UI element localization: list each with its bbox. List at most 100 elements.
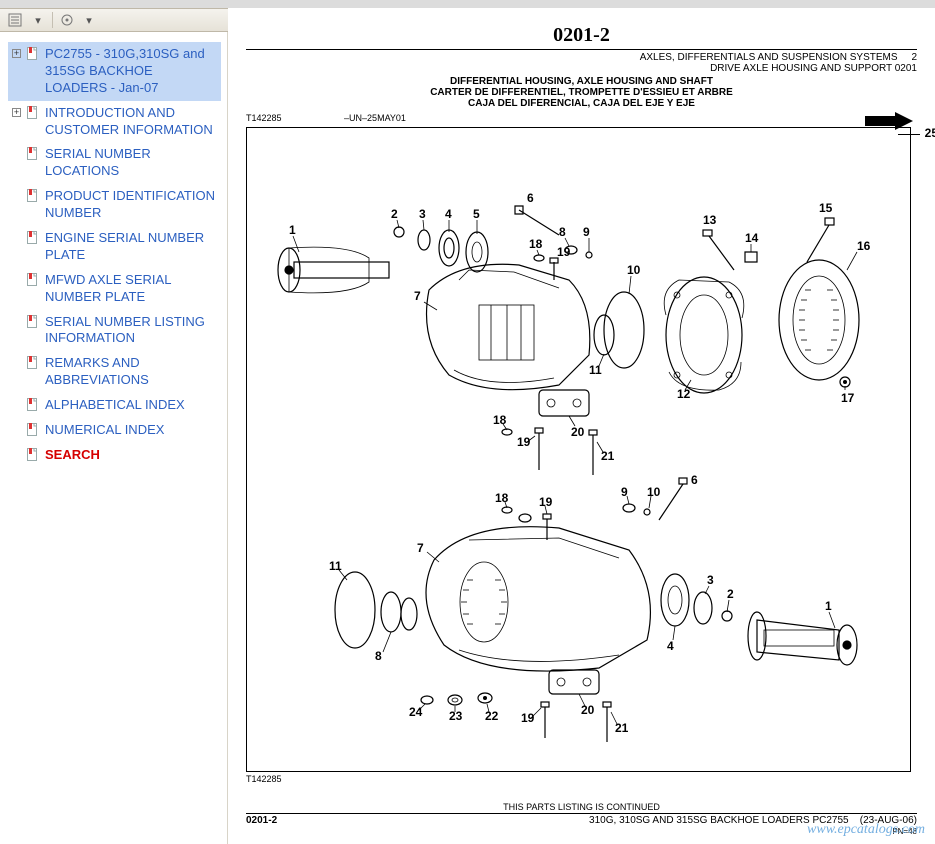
figure-date: –UN–25MAY01 xyxy=(344,113,406,123)
outline-icon[interactable] xyxy=(8,12,24,28)
svg-text:11: 11 xyxy=(589,363,602,377)
svg-text:21: 21 xyxy=(615,721,629,735)
sidebar-item-engine-serial[interactable]: ENGINE SERIAL NUMBER PLATE xyxy=(8,226,221,268)
sidebar-item-search[interactable]: SEARCH xyxy=(8,443,221,468)
sidebar-item-remarks[interactable]: REMARKS AND ABBREVIATIONS xyxy=(8,351,221,393)
sidebar-item-label: ENGINE SERIAL NUMBER PLATE xyxy=(45,230,217,264)
section-subtitle: DRIVE AXLE HOUSING AND SUPPORT 0201 xyxy=(710,63,917,74)
svg-text:3: 3 xyxy=(707,573,714,587)
sidebar-item-label: SEARCH xyxy=(45,447,217,464)
svg-text:5: 5 xyxy=(473,207,480,221)
svg-text:8: 8 xyxy=(559,225,566,239)
sidebar-item-intro[interactable]: + INTRODUCTION AND CUSTOMER INFORMATION xyxy=(8,101,221,143)
bookmarks-toolbar: ▾ ▾ xyxy=(0,8,228,32)
chevron-down-icon[interactable]: ▾ xyxy=(30,12,46,28)
toolbar-separator xyxy=(52,12,53,28)
svg-text:4: 4 xyxy=(667,639,674,653)
bookmarks-sidebar: + PC2755 - 310G,310SG and 315SG BACKHOE … xyxy=(0,32,228,844)
figure-id: T142285 xyxy=(246,113,282,123)
sidebar-item-label: REMARKS AND ABBREVIATIONS xyxy=(45,355,217,389)
bookmark-icon xyxy=(27,356,39,370)
svg-text:9: 9 xyxy=(583,225,590,239)
svg-text:1: 1 xyxy=(825,599,832,613)
bookmark-icon xyxy=(27,398,39,412)
svg-text:12: 12 xyxy=(677,387,691,401)
svg-text:19: 19 xyxy=(557,245,571,259)
bookmark-icon xyxy=(27,315,39,329)
figure-ref-top: T142285 –UN–25MAY01 xyxy=(246,113,917,123)
sidebar-item-mfwd-serial[interactable]: MFWD AXLE SERIAL NUMBER PLATE xyxy=(8,268,221,310)
sidebar-item-alpha-index[interactable]: ALPHABETICAL INDEX xyxy=(8,393,221,418)
watermark: www.epcatalogs.com xyxy=(807,822,925,838)
sidebar-item-title[interactable]: + PC2755 - 310G,310SG and 315SG BACKHOE … xyxy=(8,42,221,101)
document-page: 0201-2 AXLES, DIFFERENTIALS AND SUSPENSI… xyxy=(228,8,935,844)
parts-diagram-frame: 25 1 2 3 4 5 xyxy=(246,127,911,772)
svg-text:20: 20 xyxy=(581,703,595,717)
svg-text:6: 6 xyxy=(527,191,534,205)
svg-text:17: 17 xyxy=(841,391,855,405)
sidebar-item-numeric-index[interactable]: NUMERICAL INDEX xyxy=(8,418,221,443)
section-num: 2 xyxy=(911,52,917,63)
sidebar-item-pid[interactable]: PRODUCT IDENTIFICATION NUMBER xyxy=(8,184,221,226)
svg-text:19: 19 xyxy=(517,435,531,449)
callout-25: 25 xyxy=(925,126,935,140)
figure-title-en: DIFFERENTIAL HOUSING, AXLE HOUSING AND S… xyxy=(246,76,917,87)
svg-text:18: 18 xyxy=(529,237,543,251)
sidebar-item-label: INTRODUCTION AND CUSTOMER INFORMATION xyxy=(45,105,217,139)
sidebar-item-label: ALPHABETICAL INDEX xyxy=(45,397,217,414)
svg-text:21: 21 xyxy=(601,449,615,463)
svg-text:3: 3 xyxy=(419,207,426,221)
sidebar-item-label: MFWD AXLE SERIAL NUMBER PLATE xyxy=(45,272,217,306)
svg-text:8: 8 xyxy=(375,649,382,663)
svg-text:6: 6 xyxy=(691,473,698,487)
figure-title-es: CAJA DEL DIFERENCIAL, CAJA DEL EJE Y EJE xyxy=(246,98,917,109)
svg-text:20: 20 xyxy=(571,425,585,439)
section-header: AXLES, DIFFERENTIALS AND SUSPENSION SYST… xyxy=(246,49,917,74)
footer-pagenum: 0201-2 xyxy=(246,815,277,837)
svg-text:7: 7 xyxy=(417,541,424,555)
options-icon[interactable] xyxy=(59,12,75,28)
svg-text:2: 2 xyxy=(727,587,734,601)
sidebar-item-label: NUMERICAL INDEX xyxy=(45,422,217,439)
svg-text:7: 7 xyxy=(414,289,421,303)
bookmark-icon xyxy=(27,106,39,120)
figure-titles: DIFFERENTIAL HOUSING, AXLE HOUSING AND S… xyxy=(246,76,917,109)
svg-text:24: 24 xyxy=(409,705,423,719)
expand-icon[interactable]: + xyxy=(12,108,21,117)
bookmark-icon xyxy=(27,231,39,245)
continued-text: THIS PARTS LISTING IS CONTINUED xyxy=(246,802,917,812)
page-number: 0201-2 xyxy=(246,24,917,47)
svg-text:16: 16 xyxy=(857,239,871,253)
expand-icon[interactable]: + xyxy=(12,49,21,58)
svg-text:2: 2 xyxy=(391,207,398,221)
sidebar-item-label: PC2755 - 310G,310SG and 315SG BACKHOE LO… xyxy=(45,46,217,97)
bookmarks-list: + PC2755 - 310G,310SG and 315SG BACKHOE … xyxy=(0,32,227,468)
bookmark-icon xyxy=(27,448,39,462)
svg-text:10: 10 xyxy=(627,263,641,277)
svg-text:18: 18 xyxy=(493,413,507,427)
page-header: 0201-2 AXLES, DIFFERENTIALS AND SUSPENSI… xyxy=(246,24,917,123)
svg-text:23: 23 xyxy=(449,709,463,723)
svg-text:1: 1 xyxy=(289,223,296,237)
figure-ref-bottom: T142285 xyxy=(246,774,917,784)
svg-text:18: 18 xyxy=(495,491,509,505)
bookmark-icon xyxy=(27,47,39,61)
svg-text:22: 22 xyxy=(485,709,499,723)
svg-text:13: 13 xyxy=(703,213,717,227)
chevron-down-icon[interactable]: ▾ xyxy=(81,12,97,28)
bookmark-icon xyxy=(27,423,39,437)
figure-title-fr: CARTER DE DIFFERENTIEL, TROMPETTE D'ESSI… xyxy=(246,87,917,98)
window-top-strip xyxy=(0,0,935,8)
parts-diagram: 1 2 3 4 5 6 xyxy=(259,140,899,760)
sidebar-item-serial-listing[interactable]: SERIAL NUMBER LISTING INFORMATION xyxy=(8,310,221,352)
sidebar-item-serial-locations[interactable]: SERIAL NUMBER LOCATIONS xyxy=(8,142,221,184)
bookmark-icon xyxy=(27,273,39,287)
svg-text:19: 19 xyxy=(539,495,553,509)
svg-text:4: 4 xyxy=(445,207,452,221)
sidebar-item-label: SERIAL NUMBER LOCATIONS xyxy=(45,146,217,180)
svg-text:19: 19 xyxy=(521,711,535,725)
sidebar-item-label: SERIAL NUMBER LISTING INFORMATION xyxy=(45,314,217,348)
bookmark-icon xyxy=(27,189,39,203)
section-title: AXLES, DIFFERENTIALS AND SUSPENSION SYST… xyxy=(640,52,898,63)
bookmark-icon xyxy=(27,147,39,161)
